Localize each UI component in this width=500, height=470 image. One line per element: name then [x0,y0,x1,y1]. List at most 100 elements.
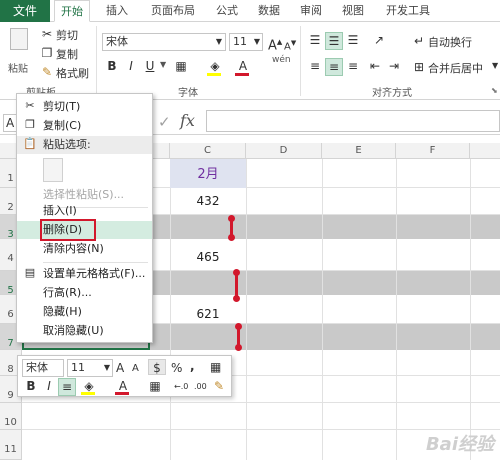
italic-button[interactable]: I [122,58,140,76]
font-color-icon: A [238,59,248,73]
decrease-indent-button[interactable]: ⇤ [366,58,384,76]
menu-item-label: 选择性粘贴(S)... [43,188,125,201]
mini-italic-button[interactable]: I [40,378,58,396]
grow-font-button[interactable]: A▲ [268,34,282,54]
name-box[interactable]: A [3,114,17,132]
mini-percent-button[interactable]: % [171,360,182,376]
column-header-c[interactable]: C [170,143,246,159]
format-painter-label: 格式刷 [56,67,89,80]
mini-center-button[interactable]: ≡ [58,378,76,396]
align-right-button[interactable]: ≡ [344,58,362,76]
grow-font-icon: A [268,38,277,54]
menu-item-row-height[interactable]: 行高(R)... [17,284,152,302]
phonetic-label: wén [272,55,291,65]
fill-color-swatch [207,73,221,76]
menu-item-unhide[interactable]: 取消隐藏(U) [17,322,152,340]
mini-increase-decimal-button[interactable]: ←.0 [174,379,188,395]
mini-currency-button[interactable]: $ [148,359,166,375]
tab-view[interactable]: 视图 [336,0,370,22]
fill-color-button[interactable]: ◈ [206,58,224,76]
paste-button[interactable]: 粘贴 [6,26,32,76]
phonetic-button[interactable]: wén [272,55,291,65]
scissors-icon: ✂ [25,99,35,112]
menu-item-format-cells[interactable]: ▤ 设置单元格格式(F)... [17,265,152,283]
chevron-down-icon: ▼ [253,37,260,46]
tab-page-layout[interactable]: 页面布局 [145,0,201,22]
mini-size-select[interactable]: 11 ▼ [67,359,113,377]
comma-icon: , [190,359,195,373]
grow-font-icon: A [116,361,125,375]
align-middle-button[interactable]: ☰ [325,32,343,50]
tab-formulas[interactable]: 公式 [210,0,244,22]
row-header-10[interactable]: 10 [0,403,22,430]
wrap-text-icon: ↵ [413,34,425,48]
mini-border-button[interactable]: ▦ [146,378,164,396]
menu-item-copy[interactable]: ❐ 复制(C) [17,117,152,135]
cell-c6[interactable]: 621 [170,307,246,321]
row-header-11[interactable]: 11 [0,430,22,460]
scissors-icon: ✂ [41,27,53,41]
font-size-select[interactable]: 11 ▼ [229,33,263,51]
mini-font-value: 宋体 [26,361,48,374]
formula-input[interactable] [206,110,500,132]
mini-bold-button[interactable]: B [22,378,40,396]
chevron-down-icon: ▼ [492,61,499,70]
font-name-select[interactable]: 宋体 ▼ [102,33,226,51]
cell-c2[interactable]: 432 [170,194,246,208]
mini-font-color-button[interactable]: A [114,378,132,396]
tab-file[interactable]: 文件 [0,0,50,22]
dialog-launcher-icon[interactable]: ⬊ [491,86,498,95]
align-top-button[interactable]: ☰ [306,32,324,50]
menu-item-cut[interactable]: ✂ 剪切(T) [17,98,152,116]
grid-row [22,403,500,430]
column-header-f[interactable]: F [396,143,470,159]
align-bottom-icon: ☰ [347,33,359,47]
mini-format-painter-button[interactable]: ▦ [210,359,221,375]
column-header-d[interactable]: D [246,143,322,159]
bold-button[interactable]: B [103,58,121,76]
font-size-value: 11 [233,35,247,48]
align-center-button[interactable]: ≡ [325,58,343,76]
insert-function-icon[interactable]: fx [180,111,195,130]
menu-item-label: 行高(R)... [43,286,92,299]
mini-fill-button[interactable]: ◈ [80,378,98,396]
paste-options-header: 📋 粘贴选项: [17,136,152,154]
tab-home[interactable]: 开始 [54,0,90,22]
mini-grow-font-button[interactable]: A [116,360,124,376]
font-group-label: 字体 [178,88,198,99]
shrink-font-button[interactable]: A▼ [284,35,296,55]
clipboard-icon [10,28,28,50]
font-name-value: 宋体 [106,35,128,48]
tab-review[interactable]: 审阅 [294,0,328,22]
paste-option-icon[interactable] [43,158,63,182]
mini-brush-button[interactable]: ✎ [214,378,224,394]
mini-comma-button[interactable]: , [190,358,195,374]
cell-c4[interactable]: 465 [170,250,246,264]
chevron-down-icon[interactable]: ▼ [160,60,166,69]
font-color-button[interactable]: A [234,58,252,76]
menu-item-hide[interactable]: 隐藏(H) [17,303,152,321]
mini-font-select[interactable]: 宋体 [22,359,64,377]
border-button[interactable]: ▦ [172,58,190,76]
menu-item-insert[interactable]: 插入(I) [17,202,152,220]
align-left-button[interactable]: ≡ [306,58,324,76]
menu-item-label: 隐藏(H) [43,305,82,318]
annotation-dot [235,344,242,351]
menu-item-clear-contents[interactable]: 清除内容(N) [17,240,152,258]
mini-shrink-font-button[interactable]: A [132,361,139,377]
tab-data[interactable]: 数据 [252,0,286,22]
column-header-e[interactable]: E [322,143,396,159]
annotation-dot [235,323,242,330]
mini-decrease-decimal-button[interactable]: .00 [194,379,207,395]
tab-insert[interactable]: 插入 [100,0,134,22]
currency-icon: $ [153,361,161,375]
tab-developer[interactable]: 开发工具 [380,0,436,22]
increase-indent-button[interactable]: ⇥ [385,58,403,76]
align-bottom-button[interactable]: ☰ [344,32,362,50]
column-header-g[interactable] [470,143,500,159]
check-icon[interactable]: ✓ [158,113,171,131]
underline-button[interactable]: U [141,58,159,76]
annotation-dot [228,215,235,222]
copy-label: 复制 [56,48,78,61]
orientation-button[interactable]: ↗ [370,32,388,50]
